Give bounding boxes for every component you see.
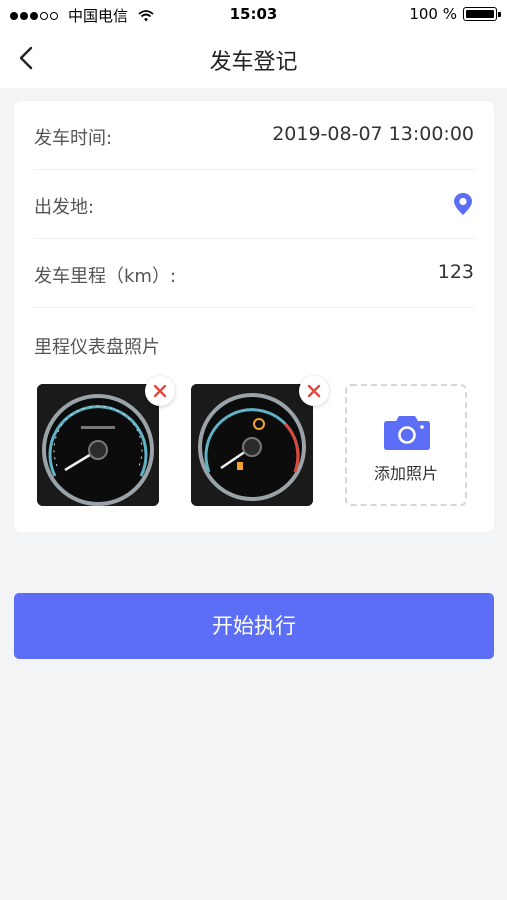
origin-label: 出发地: bbox=[34, 197, 95, 218]
speedometer-photo bbox=[37, 384, 159, 506]
nav-bar: 发车登记 bbox=[0, 28, 507, 88]
start-button[interactable]: 开始执行 bbox=[14, 593, 494, 659]
battery-percent: 100 % bbox=[409, 5, 457, 23]
mileage-label: 发车里程（km）: bbox=[34, 266, 177, 287]
tachometer-photo bbox=[191, 384, 313, 506]
dashboard-photo[interactable] bbox=[191, 376, 329, 506]
battery-icon bbox=[463, 7, 501, 21]
location-pin-icon[interactable] bbox=[452, 192, 474, 216]
dashboard-photo[interactable] bbox=[37, 376, 175, 506]
mileage-value[interactable]: 123 bbox=[438, 261, 474, 283]
status-right: 100 % bbox=[409, 5, 501, 23]
status-bar: 中国电信 15:03 100 % bbox=[0, 0, 507, 28]
page-title: 发车登记 bbox=[209, 50, 298, 75]
add-photo-label: 添加照片 bbox=[373, 464, 438, 483]
departure-time-label: 发车时间: bbox=[34, 128, 113, 149]
camera-icon bbox=[384, 416, 430, 450]
photos-title: 里程仪表盘照片 bbox=[34, 337, 160, 358]
delete-photo-button[interactable] bbox=[145, 376, 175, 406]
origin-row[interactable]: 出发地: bbox=[34, 170, 474, 239]
mileage-row[interactable]: 发车里程（km）: 123 bbox=[34, 239, 474, 308]
add-photo-button[interactable]: 添加照片 bbox=[345, 384, 467, 506]
departure-time-row[interactable]: 发车时间: 2019-08-07 13:00:00 bbox=[34, 101, 474, 170]
delete-photo-button[interactable] bbox=[299, 376, 329, 406]
form-card: 发车时间: 2019-08-07 13:00:00 出发地: 发车里程（km）:… bbox=[14, 101, 494, 532]
departure-time-value[interactable]: 2019-08-07 13:00:00 bbox=[272, 123, 474, 145]
